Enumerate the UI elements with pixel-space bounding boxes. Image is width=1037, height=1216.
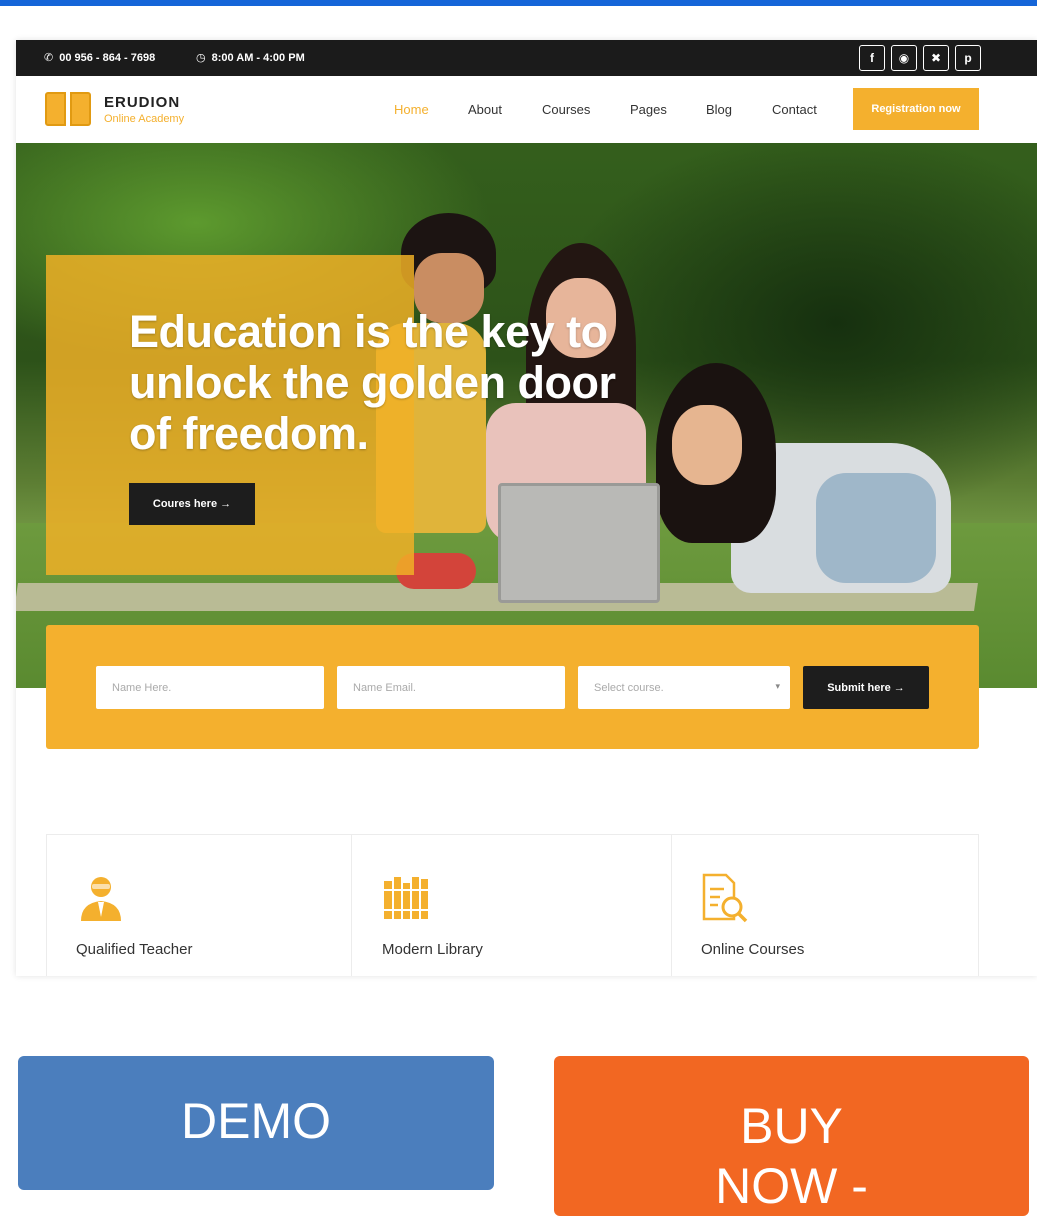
top-accent-line — [0, 0, 1037, 6]
enquiry-form: Name Here. Name Email. Select course. ▾ … — [46, 625, 979, 749]
courses-button[interactable]: Coures here → — [129, 483, 255, 525]
nav-blog[interactable]: Blog — [706, 102, 772, 117]
social-links: f ◉ ✖ p — [859, 45, 981, 71]
course-select[interactable]: Select course. ▾ — [578, 666, 790, 709]
clock-icon: ◷ — [196, 52, 206, 64]
phone-info: ✆ 00 956 - 864 - 7698 — [44, 51, 156, 65]
nav-contact[interactable]: Contact — [772, 102, 852, 117]
theme-preview: ✆ 00 956 - 864 - 7698 ◷ 8:00 AM - 4:00 P… — [16, 40, 1037, 976]
feature-label: Qualified Teacher — [76, 941, 193, 958]
teacher-icon — [81, 877, 121, 921]
brand-name: ERUDION — [104, 93, 181, 111]
document-search-icon — [702, 873, 748, 923]
nav-about[interactable]: About — [468, 102, 542, 117]
submit-button[interactable]: Submit here → — [803, 666, 929, 709]
logo[interactable]: ERUDION Online Academy — [44, 90, 184, 128]
phone-number: 00 956 - 864 - 7698 — [59, 51, 156, 64]
feature-label: Modern Library — [382, 941, 483, 958]
hero-headline: Education is the key to unlock the golde… — [129, 306, 616, 459]
chevron-down-icon: ▾ — [775, 681, 780, 691]
phone-icon: ✆ — [44, 52, 54, 64]
registration-button[interactable]: Registration now — [853, 88, 979, 130]
course-select-placeholder: Select course. — [594, 681, 664, 694]
nav-pages[interactable]: Pages — [630, 102, 706, 117]
student-face — [672, 405, 742, 485]
main-nav: Home About Courses Pages Blog Contact — [394, 102, 852, 117]
buy-now-label: BUY NOW - — [715, 1098, 868, 1214]
pinterest-icon[interactable]: p — [955, 45, 981, 71]
buy-now-button[interactable]: BUY NOW - — [554, 1056, 1029, 1216]
demo-button[interactable]: DEMO — [18, 1056, 494, 1190]
library-icon — [384, 877, 428, 919]
facebook-icon[interactable]: f — [859, 45, 885, 71]
name-input[interactable]: Name Here. — [96, 666, 324, 709]
hours-info: ◷ 8:00 AM - 4:00 PM — [196, 51, 305, 65]
brand-tagline: Online Academy — [104, 112, 185, 125]
email-input[interactable]: Name Email. — [337, 666, 565, 709]
site-header: ERUDION Online Academy Home About Course… — [16, 76, 1037, 143]
hero-banner: Education is the key to unlock the golde… — [16, 143, 1037, 688]
instagram-icon[interactable]: ◉ — [891, 45, 917, 71]
nav-courses[interactable]: Courses — [542, 102, 630, 117]
twitter-icon[interactable]: ✖ — [923, 45, 949, 71]
book-icon — [44, 90, 92, 128]
contact-bar: ✆ 00 956 - 864 - 7698 ◷ 8:00 AM - 4:00 P… — [16, 40, 1037, 76]
feature-label: Online Courses — [701, 941, 805, 958]
opening-hours: 8:00 AM - 4:00 PM — [211, 51, 305, 64]
laptop — [498, 483, 660, 603]
student-jeans — [816, 473, 936, 583]
feature-card: Online Courses — [672, 835, 980, 976]
nav-home[interactable]: Home — [394, 102, 468, 117]
feature-card: Qualified Teacher — [47, 835, 352, 976]
feature-card: Modern Library — [352, 835, 672, 976]
features-row: Qualified Teacher Modern Library Online … — [46, 834, 979, 976]
